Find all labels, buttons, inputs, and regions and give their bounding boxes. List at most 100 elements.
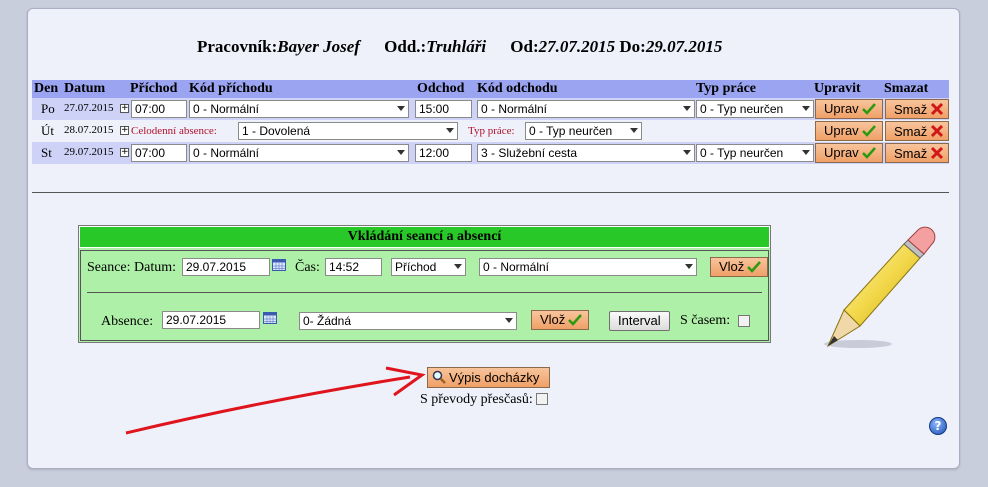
chevron-down-icon [683, 106, 691, 111]
chevron-down-icon [630, 128, 638, 133]
chevron-down-icon [397, 150, 405, 155]
chevron-down-icon [685, 264, 693, 269]
work-type-select[interactable]: 0 - Typ neurčen [525, 122, 642, 140]
absence-type-select[interactable]: 0- Žádná [299, 312, 517, 330]
departure-code-select[interactable]: 0 - Normální [477, 100, 695, 118]
row-day: Út [41, 123, 54, 138]
col-prichod: Příchod [130, 81, 178, 96]
arrival-code-select[interactable]: 0 - Normální [189, 100, 409, 118]
delete-button[interactable]: Smaž [885, 99, 949, 119]
col-odchod: Odchod [417, 81, 465, 96]
table-row: St 29.07.2015 + 07:00 0 - Normální 12:00… [32, 142, 949, 164]
check-icon [568, 314, 583, 326]
time-input[interactable]: 14:52 [325, 258, 382, 276]
expand-icon[interactable]: + [120, 104, 129, 113]
dept-name: Truhláři [426, 37, 487, 56]
arrival-time-input[interactable]: 07:00 [131, 144, 187, 162]
seance-date-label: Seance: Datum: [87, 260, 177, 275]
attendance-table: Den Datum Příchod Kód příchodu Odchod Kó… [32, 80, 949, 164]
delete-button[interactable]: Smaž [885, 143, 949, 163]
col-upravit: Upravit [814, 81, 861, 96]
worker-name: Bayer Josef [277, 37, 360, 56]
delete-x-icon [931, 146, 944, 160]
table-header: Den Datum Příchod Kód příchodu Odchod Kó… [32, 80, 949, 98]
insert-seance-button[interactable]: Vlož [710, 257, 768, 277]
edit-button[interactable]: Uprav [815, 121, 883, 141]
absence-label: Absence: [101, 314, 154, 329]
insert-panel: Vkládání seancí a absencí Seance: Datum:… [78, 225, 771, 343]
col-kod-odchodu: Kód odchodu [477, 81, 558, 96]
overtime-option: S převody přesčasů: [420, 391, 549, 408]
help-icon[interactable]: ? [929, 417, 947, 435]
page-header: Pracovník:Bayer Josef Odd.:Truhláři Od:2… [197, 37, 722, 57]
expand-icon[interactable]: + [120, 126, 129, 135]
delete-x-icon [931, 102, 944, 116]
with-time-checkbox[interactable] [738, 315, 750, 327]
work-type-select[interactable]: 0 - Typ neurčen [696, 144, 814, 162]
to-label: Do: [619, 37, 646, 56]
row-day: Po [41, 101, 55, 116]
col-smazat: Smazat [884, 81, 929, 96]
edit-button[interactable]: Uprav [815, 99, 883, 119]
attendance-report-button[interactable]: Výpis docházky [427, 367, 551, 388]
check-icon [861, 125, 876, 137]
direction-select[interactable]: Příchod [391, 258, 466, 276]
seance-date-input[interactable]: 29.07.2015 [182, 258, 270, 276]
arrow-annotation [125, 366, 426, 435]
chevron-down-icon [397, 106, 405, 111]
insert-form: Seance: Datum: 29.07.2015 Čas: 14:52 Pří… [80, 250, 769, 341]
overtime-checkbox[interactable] [536, 393, 549, 405]
chevron-down-icon [802, 106, 810, 111]
from-label: Od: [510, 37, 539, 56]
check-icon [861, 103, 876, 115]
chevron-down-icon [505, 318, 513, 323]
row-day: St [41, 145, 52, 160]
insert-title: Vkládání seancí a absencí [79, 226, 770, 248]
overtime-label: S převody přesčasů: [420, 392, 533, 407]
departure-code-select[interactable]: 3 - Služební cesta [477, 144, 695, 162]
worker-label: Pracovník: [197, 37, 278, 56]
insert-absence-button[interactable]: Vlož [531, 310, 589, 330]
chevron-down-icon [454, 264, 462, 269]
departure-time-input[interactable]: 15:00 [415, 100, 472, 118]
table-row: Út 28.07.2015 + Celodenní absence: 1 - D… [32, 120, 949, 142]
work-type-label: Typ práce: [468, 125, 515, 137]
time-label: Čas: [295, 260, 320, 275]
table-row: Po 27.07.2015 + 07:00 0 - Normální 15:00… [32, 98, 949, 120]
arrival-code-select[interactable]: 0 - Normální [189, 144, 409, 162]
pencil-icon [824, 226, 936, 348]
to-date: 29.07.2015 [645, 37, 723, 56]
arrival-time-input[interactable]: 07:00 [131, 100, 187, 118]
delete-x-icon [931, 124, 944, 138]
divider [32, 192, 949, 193]
absence-label: Celodenní absence: [131, 125, 217, 137]
col-den: Den [34, 81, 59, 96]
with-time-label: S časem: [680, 313, 731, 328]
chevron-down-icon [446, 128, 454, 133]
row-date: 27.07.2015 [64, 102, 114, 114]
col-datum: Datum [64, 81, 106, 96]
dept-label: Odd.: [384, 37, 427, 56]
search-icon [432, 370, 446, 384]
calendar-icon[interactable] [272, 259, 286, 271]
chevron-down-icon [802, 150, 810, 155]
insert-separator [87, 292, 762, 293]
check-icon [861, 147, 876, 159]
check-icon [747, 261, 762, 273]
calendar-icon[interactable] [263, 312, 277, 324]
code-select[interactable]: 0 - Normální [479, 258, 697, 276]
absence-select[interactable]: 1 - Dovolená [238, 122, 458, 140]
from-date: 27.07.2015 [538, 37, 616, 56]
delete-button[interactable]: Smaž [885, 121, 949, 141]
row-date: 29.07.2015 [64, 146, 114, 158]
expand-icon[interactable]: + [120, 148, 129, 157]
edit-button[interactable]: Uprav [815, 143, 883, 163]
col-typ-prace: Typ práce [696, 81, 757, 96]
col-kod-prichodu: Kód příchodu [189, 81, 273, 96]
interval-button[interactable]: Interval [609, 311, 670, 331]
chevron-down-icon [683, 150, 691, 155]
departure-time-input[interactable]: 12:00 [415, 144, 472, 162]
work-type-select[interactable]: 0 - Typ neurčen [696, 100, 814, 118]
row-date: 28.07.2015 [64, 124, 114, 136]
absence-date-input[interactable]: 29.07.2015 [162, 311, 260, 329]
